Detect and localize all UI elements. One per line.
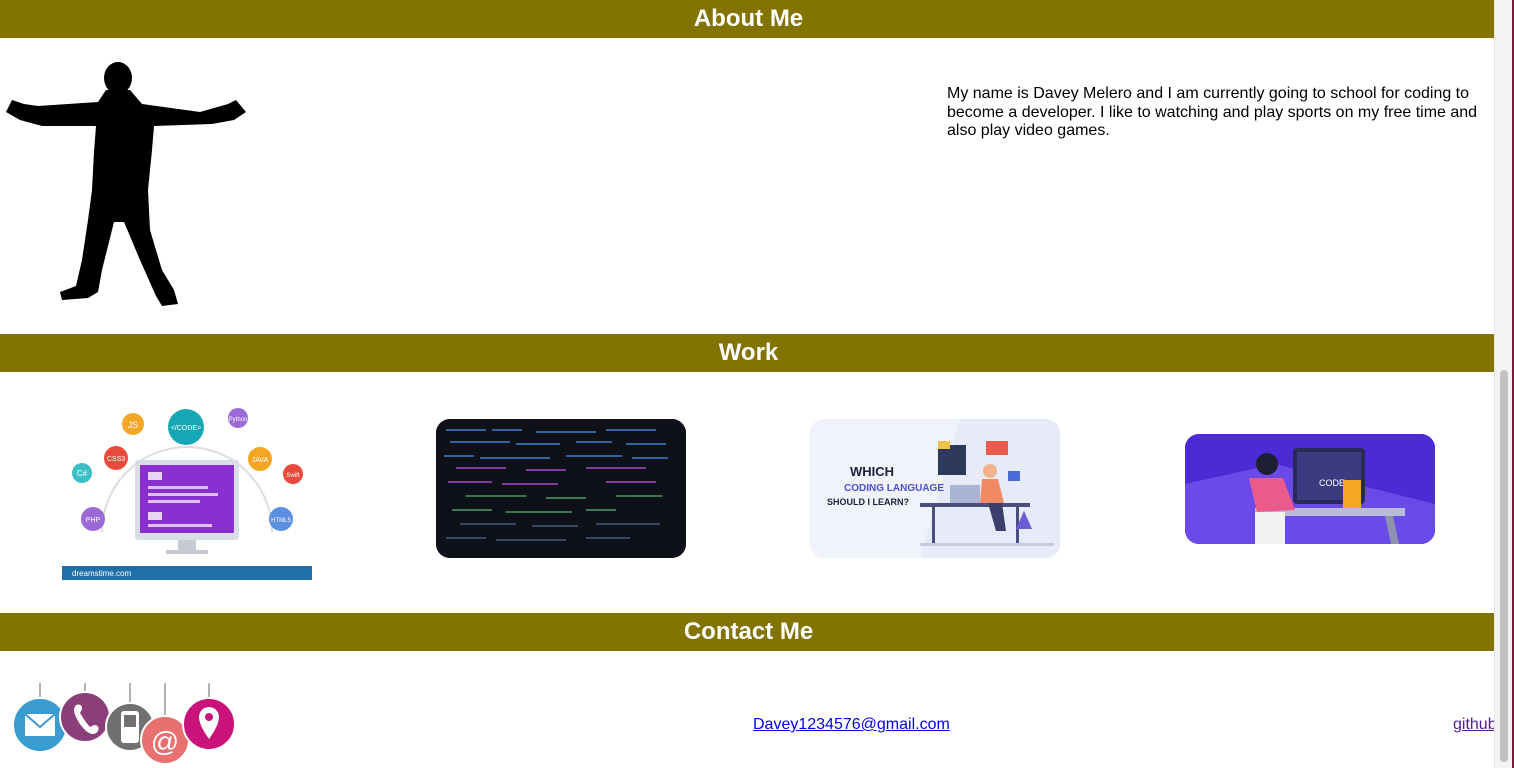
work-heading: Work xyxy=(0,334,1497,372)
at-sign-icon: @ xyxy=(140,715,190,765)
scrollbar-thumb[interactable] xyxy=(1500,370,1508,762)
phone-icon xyxy=(59,691,111,743)
work-image-code-screen[interactable] xyxy=(436,419,686,558)
python-label: Python xyxy=(229,417,248,423)
contact-icons-group: @ xyxy=(12,683,236,765)
php-label: PHP xyxy=(86,517,101,524)
code-label: </CODE> xyxy=(171,425,201,432)
code-sign: CODE xyxy=(1319,478,1345,488)
location-pin-icon xyxy=(182,697,236,751)
svg-text:@: @ xyxy=(151,726,179,757)
person-silhouette-icon xyxy=(6,62,246,306)
coding-language-text: CODING LANGUAGE xyxy=(844,483,944,494)
bio-text: My name is Davey Melero and I am current… xyxy=(947,85,1478,139)
languages-diagram-icon: JS </CODE> Python C# CSS3 JAVA Swift PHP… xyxy=(62,408,312,580)
csharp-label: C# xyxy=(77,469,88,478)
html5-label: HTML5 xyxy=(271,518,291,524)
which-text: WHICH xyxy=(850,464,894,479)
should-i-learn-text: SHOULD I LEARN? xyxy=(827,497,909,507)
work-image-languages[interactable]: JS </CODE> Python C# CSS3 JAVA Swift PHP… xyxy=(62,402,312,580)
vertical-scrollbar[interactable] xyxy=(1494,0,1512,768)
code-screen-icon xyxy=(436,419,686,558)
js-label: JS xyxy=(128,420,139,430)
work-image-coder-desk[interactable]: CODE xyxy=(1185,434,1435,544)
java-label: JAVA xyxy=(252,457,269,464)
email-link[interactable]: Davey1234576@gmail.com xyxy=(753,716,950,734)
contact-heading: Contact Me xyxy=(0,613,1497,651)
coder-desk-icon: CODE xyxy=(1185,434,1435,544)
css3-label: CSS3 xyxy=(107,456,125,463)
page: About Me My name is Davey Melero and I a… xyxy=(0,0,1497,768)
swift-label: Swift xyxy=(286,473,299,479)
about-heading: About Me xyxy=(0,0,1497,38)
work-image-which-language[interactable]: WHICH CODING LANGUAGE SHOULD I LEARN? xyxy=(810,419,1060,558)
github-link[interactable]: github xyxy=(1453,716,1497,734)
dreamstime-label: dreamstime.com xyxy=(72,569,131,578)
which-language-icon: WHICH CODING LANGUAGE SHOULD I LEARN? xyxy=(810,419,1060,558)
mail-icon xyxy=(12,697,68,753)
